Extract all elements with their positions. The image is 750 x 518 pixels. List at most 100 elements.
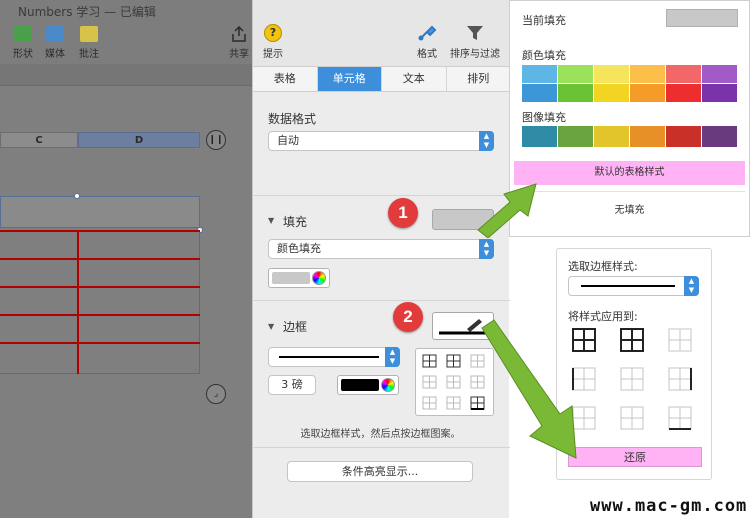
border-pattern-option[interactable] [446,354,461,368]
image-fill-swatch[interactable] [594,126,629,147]
table-body[interactable] [0,230,200,374]
callout-badge-1: 1 [388,198,418,228]
toolbar-media-button[interactable]: 媒体 [40,26,70,60]
border-apply-option[interactable] [620,328,644,352]
fill-color-picker[interactable] [268,268,330,288]
green-arrow-icon [481,319,577,459]
toolbar-share-button[interactable]: 共享 [226,26,252,60]
popup-stepper-icon: ▲ ▼ [479,239,494,259]
column-header-d[interactable]: D [78,132,200,148]
border-label: 边框 [283,320,308,334]
disclosure-triangle-icon[interactable]: ▼ [268,322,274,331]
format-button[interactable]: 格式 [417,24,437,60]
pause-icon[interactable]: ❙❙ [206,130,226,150]
selected-cell-row[interactable] [0,196,200,228]
table-column-border [77,230,79,374]
color-fill-label: 颜色填充 [522,49,566,62]
tab-table[interactable]: 表格 [253,67,318,91]
border-apply-option[interactable] [620,367,644,391]
title-bar: Numbers 学习 — 已编辑 [0,0,252,20]
color-swatch[interactable] [666,84,701,102]
border-style-select[interactable]: ▲ ▼ [568,276,699,296]
current-fill-label: 当前填充 [522,14,566,27]
border-apply-option[interactable] [668,328,692,352]
border-apply-option[interactable] [668,367,692,391]
inspector-tabs: 表格 单元格 文本 排列 [253,66,510,92]
color-swatch[interactable] [702,84,737,102]
color-swatch[interactable] [630,84,665,102]
border-style-popup[interactable]: ▲ ▼ [268,347,400,367]
comment-icon [80,26,98,42]
border-pattern-option[interactable] [446,375,461,389]
data-format-popup[interactable]: 自动 ▲ ▼ [268,131,494,151]
tips-button[interactable]: ? 提示 [263,24,283,60]
color-swatch[interactable] [702,65,737,83]
window-title: Numbers 学习 — 已编辑 [18,5,156,19]
callout-badge-2: 2 [393,302,423,332]
tips-icon: ? [264,24,282,42]
color-wheel-icon[interactable] [381,378,395,392]
toolbar-comment-button[interactable]: 批注 [74,26,104,60]
fill-swatch [272,272,310,284]
border-style-label: 选取边框样式: [568,260,638,273]
border-pattern-option[interactable] [446,396,461,410]
watermark: www.mac-gm.com [590,496,748,516]
color-swatch[interactable] [522,65,557,83]
shape-icon [14,26,32,42]
image-fill-swatch[interactable] [702,126,737,147]
divider [253,300,510,301]
tab-arrange[interactable]: 排列 [446,67,510,91]
numbers-window: Numbers 学习 — 已编辑 形状 媒体 批注 共享 C D ❙❙ ⌟ [0,0,252,518]
paintbrush-icon [418,25,437,41]
border-pattern-option[interactable] [422,354,437,368]
border-pattern-option[interactable] [422,396,437,410]
funnel-icon [467,26,483,40]
border-pattern-option[interactable] [422,375,437,389]
image-fill-swatch[interactable] [666,126,701,147]
format-inspector: ? 提示 格式 排序与过滤 表格 单元格 文本 排列 数据格式 自动 ▲ ▼ ▼ … [252,0,510,518]
selection-handle[interactable] [74,193,80,199]
line-style-preview [279,356,379,358]
green-arrow-icon [477,183,537,238]
color-swatch[interactable] [594,65,629,83]
disclosure-triangle-icon[interactable]: ▼ [268,216,274,225]
image-fill-swatch[interactable] [558,126,593,147]
toolbar-shape-button[interactable]: 形状 [8,26,38,60]
table-row-border [0,314,200,316]
conditional-highlight-button[interactable]: 条件高亮显示... [287,461,473,482]
border-width-field[interactable]: 3 磅 [268,375,316,395]
spreadsheet-grid[interactable]: C D ❙❙ ⌟ [0,86,252,518]
table-row-border [0,230,200,232]
toolbar: 形状 媒体 批注 共享 [0,20,252,64]
border-hint-text: 选取边框样式，然后点按边框图案。 [300,429,461,440]
color-swatch[interactable] [594,84,629,102]
data-format-label: 数据格式 [268,112,317,126]
border-apply-option[interactable] [620,406,644,430]
table-row-border [0,258,200,260]
border-color-picker[interactable] [337,375,399,395]
column-header-c[interactable]: C [0,132,78,148]
sheet-tab-bar [0,64,252,86]
color-swatch[interactable] [522,84,557,102]
resize-handle-icon[interactable]: ⌟ [206,384,226,404]
color-wheel-icon[interactable] [312,271,326,285]
color-swatch[interactable] [666,65,701,83]
image-fill-label: 图像填充 [522,111,566,124]
tab-cell[interactable]: 单元格 [317,67,382,91]
color-swatch[interactable] [558,84,593,102]
fill-type-popup[interactable]: 颜色填充 ▲ ▼ [268,239,494,259]
media-icon [46,26,64,42]
tab-text[interactable]: 文本 [382,67,447,91]
color-swatch[interactable] [558,65,593,83]
table-row-border [0,286,200,288]
sort-filter-button[interactable]: 排序与过滤 [449,24,501,60]
table-row-border [0,342,200,344]
popup-stepper-icon: ▲ ▼ [479,131,494,151]
border-apply-option[interactable] [668,406,692,430]
inspector-header: ? 提示 格式 排序与过滤 [253,0,510,66]
fill-label: 填充 [283,215,308,229]
image-fill-swatch[interactable] [522,126,557,147]
image-fill-swatch[interactable] [630,126,665,147]
color-swatch[interactable] [630,65,665,83]
share-icon [232,26,246,42]
